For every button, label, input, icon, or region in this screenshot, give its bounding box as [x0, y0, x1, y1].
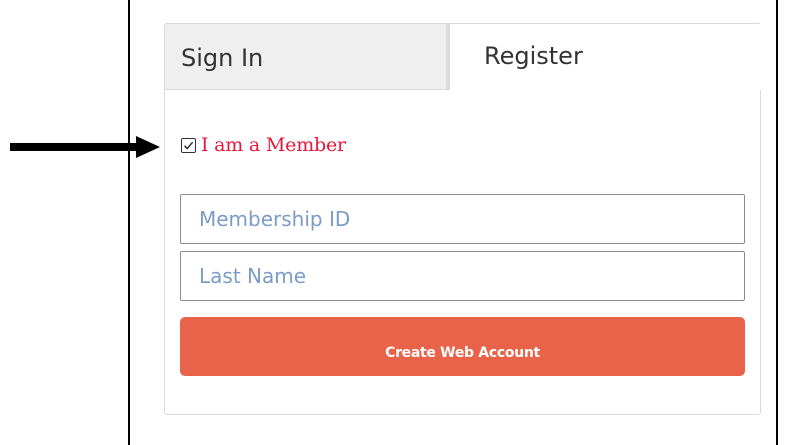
tab-register-label: Register [484, 42, 583, 70]
membership-id-field [180, 194, 745, 244]
membership-id-input[interactable] [181, 195, 744, 243]
member-checkbox-row[interactable]: I am a Member [181, 134, 346, 156]
last-name-input[interactable] [181, 252, 744, 300]
tab-sign-in-label: Sign In [181, 44, 264, 72]
auth-card: Sign In Register I am a Member Create We… [164, 23, 761, 415]
last-name-field [180, 251, 745, 301]
annotation-arrow-icon [10, 136, 160, 158]
member-checkbox[interactable] [181, 137, 196, 153]
checkmark-icon [183, 141, 194, 150]
auth-tabs: Sign In Register [165, 24, 761, 90]
tab-sign-in[interactable]: Sign In [165, 24, 450, 90]
member-checkbox-label: I am a Member [201, 134, 346, 156]
create-web-account-button[interactable]: Create Web Account [180, 317, 745, 376]
tab-register[interactable]: Register [450, 24, 761, 90]
